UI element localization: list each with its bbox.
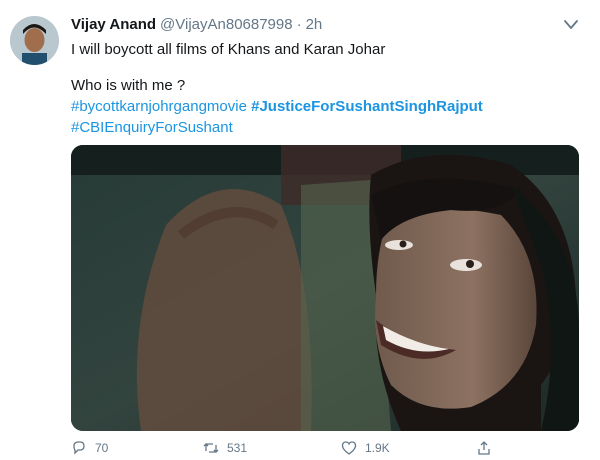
like-icon [341, 441, 357, 455]
tweet-header: Vijay Anand @VijayAn80687998 · 2h [71, 15, 322, 35]
caret-down-icon[interactable] [563, 18, 579, 32]
hashtag-line: #CBIEnquiryForSushant [71, 117, 581, 138]
retweet-button[interactable]: 531 [203, 440, 247, 456]
tweet-line-1: I will boycott all films of Khans and Ka… [71, 41, 386, 58]
hashtag-link[interactable]: #CBIEnquiryForSushant [71, 119, 233, 136]
hashtag-link[interactable]: #bycottkarnjohrgangmovie [71, 98, 247, 115]
reply-button[interactable]: 70 [71, 440, 108, 456]
tweet-media-image[interactable] [71, 145, 579, 431]
author-handle[interactable]: @VijayAn80687998 [160, 16, 293, 33]
retweet-icon [203, 443, 219, 453]
reply-count: 70 [95, 441, 109, 455]
tweet-time[interactable]: 2h [306, 16, 323, 33]
tweet-actions: 70 531 1.9K [71, 440, 581, 460]
hashtag-line: #bycottkarnjohrgangmovie #JusticeForSush… [71, 96, 581, 117]
like-button[interactable]: 1.9K [341, 440, 390, 456]
hashtag-link[interactable]: #JusticeForSushantSinghRajput [251, 98, 483, 115]
retweet-count: 531 [227, 441, 248, 455]
author-name[interactable]: Vijay Anand [71, 16, 156, 33]
like-count: 1.9K [365, 441, 390, 455]
reply-icon [73, 441, 85, 455]
tweet-line-2: Who is with me ? [71, 77, 186, 94]
tweet-text: I will boycott all films of Khans and Ka… [71, 39, 581, 138]
share-icon [478, 441, 490, 455]
separator-dot: · [296, 16, 302, 33]
tweet[interactable]: Vijay Anand @VijayAn80687998 · 2h I will bo… [0, 0, 600, 455]
avatar[interactable] [10, 16, 59, 65]
share-button[interactable] [476, 440, 492, 456]
